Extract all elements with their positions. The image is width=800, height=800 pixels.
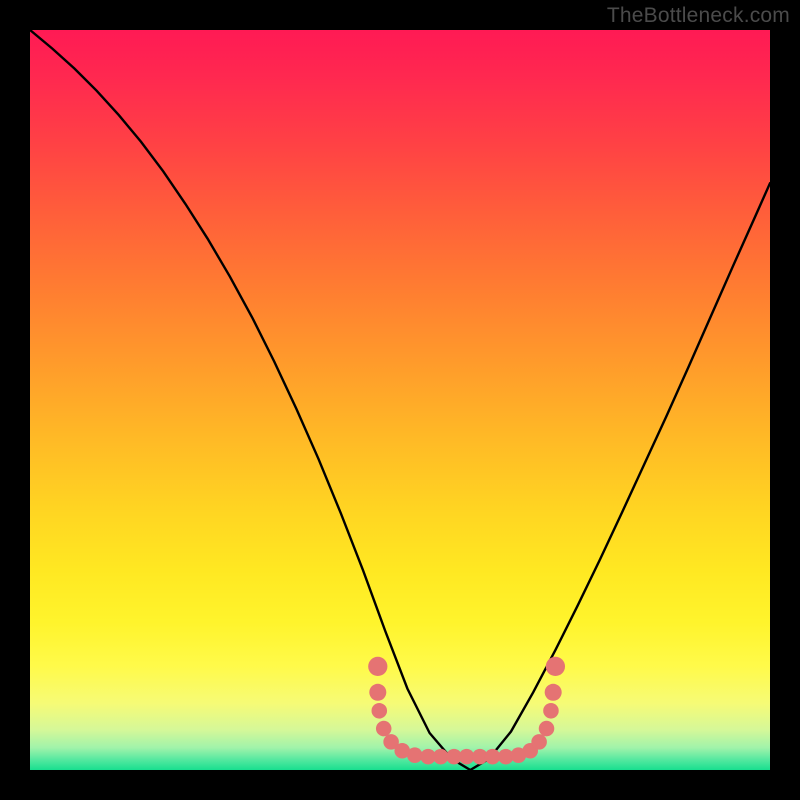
marker-dot [459, 749, 475, 765]
marker-dot [539, 721, 555, 737]
marker-dot [485, 749, 501, 765]
watermark-text: TheBottleneck.com [607, 4, 790, 28]
bottleneck-chart [30, 30, 770, 770]
chart-frame: TheBottleneck.com [0, 0, 800, 800]
marker-dot [368, 657, 387, 676]
marker-dot [369, 684, 386, 701]
plot-area [30, 30, 770, 770]
marker-dot [545, 684, 562, 701]
marker-dot [546, 657, 565, 676]
marker-dot [376, 721, 392, 737]
marker-dot [531, 734, 547, 750]
marker-dot [433, 749, 449, 765]
marker-dot [372, 703, 388, 719]
marker-dot [407, 747, 423, 763]
marker-dot [543, 703, 559, 719]
